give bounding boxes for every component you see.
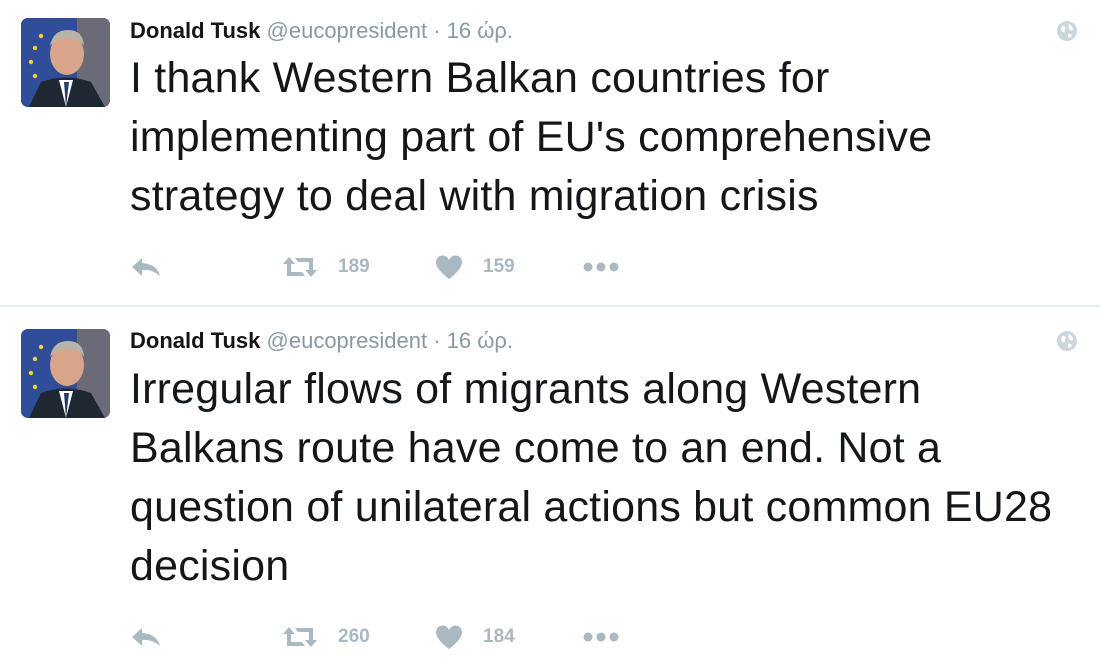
separator: · xyxy=(433,18,441,43)
author-name[interactable]: Donald Tusk xyxy=(130,18,260,43)
retweet-icon xyxy=(283,257,317,277)
like-button[interactable]: 184 xyxy=(435,622,515,652)
tweet-actions: 189 159 xyxy=(130,252,650,282)
author-handle[interactable]: @eucopresident xyxy=(267,328,428,353)
like-button[interactable]: 159 xyxy=(435,252,515,282)
retweet-icon xyxy=(283,627,317,647)
timestamp[interactable]: 16 ώρ. xyxy=(447,328,513,353)
globe-icon xyxy=(1056,20,1078,42)
separator: · xyxy=(433,328,441,353)
tweet-actions: 260 184 xyxy=(130,622,650,652)
more-icon xyxy=(583,262,619,272)
author-handle[interactable]: @eucopresident xyxy=(267,18,428,43)
globe-icon xyxy=(1056,330,1078,352)
tweet[interactable]: Donald Tusk @eucopresident · 16 ώρ. Irre… xyxy=(0,307,1100,672)
tweet-text: I thank Western Balkan countries for imp… xyxy=(130,54,933,220)
like-count: 159 xyxy=(483,256,515,277)
reply-icon xyxy=(132,628,160,646)
heart-icon xyxy=(436,625,462,649)
timestamp[interactable]: 16 ώρ. xyxy=(447,18,513,43)
more-button[interactable] xyxy=(582,622,620,652)
reply-icon xyxy=(132,258,160,276)
tweet[interactable]: Donald Tusk @eucopresident · 16 ώρ. I th… xyxy=(0,0,1100,305)
reply-button[interactable] xyxy=(130,622,162,652)
tweet-header: Donald Tusk @eucopresident · 16 ώρ. xyxy=(130,18,513,44)
retweet-button[interactable]: 189 xyxy=(282,252,370,282)
retweet-count: 189 xyxy=(338,256,370,277)
heart-icon xyxy=(436,255,462,279)
reply-button[interactable] xyxy=(130,252,162,282)
tweet-text: Irregular flows of migrants along Wester… xyxy=(130,365,1053,590)
more-icon xyxy=(583,632,619,642)
avatar[interactable] xyxy=(21,329,110,418)
retweet-button[interactable]: 260 xyxy=(282,622,370,652)
avatar[interactable] xyxy=(21,18,110,107)
more-button[interactable] xyxy=(582,252,620,282)
author-name[interactable]: Donald Tusk xyxy=(130,328,260,353)
like-count: 184 xyxy=(483,626,515,647)
tweet-header: Donald Tusk @eucopresident · 16 ώρ. xyxy=(130,328,513,354)
retweet-count: 260 xyxy=(338,626,370,647)
